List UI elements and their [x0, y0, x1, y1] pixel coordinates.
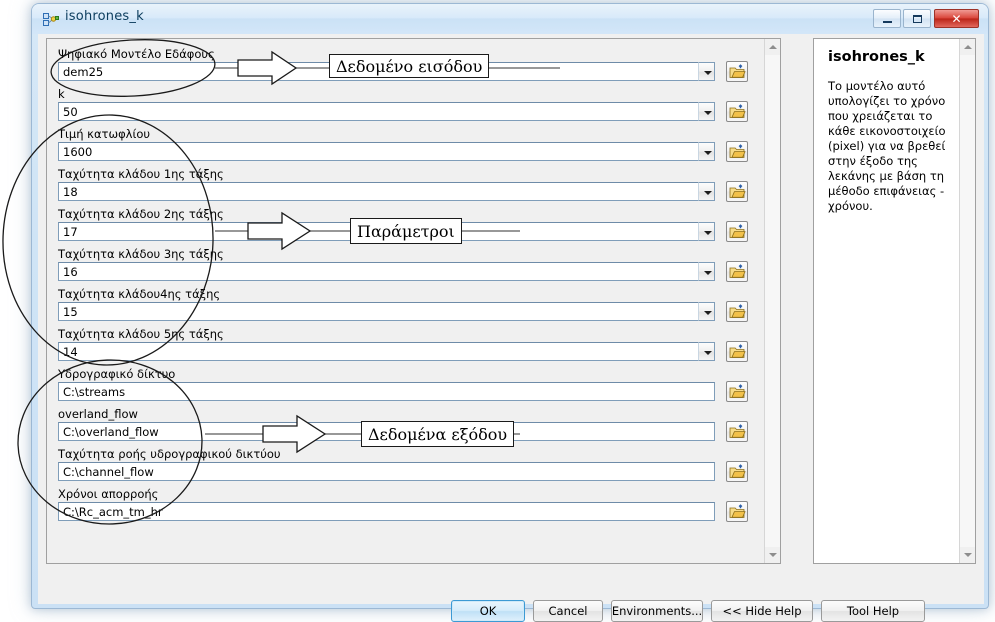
browse-button[interactable]: [726, 221, 748, 242]
chevron-down-icon[interactable]: [698, 262, 715, 281]
parameter-label: Χρόνοι απορροής: [58, 487, 159, 501]
folder-icon: [729, 64, 746, 78]
parameter-label: k: [58, 87, 65, 101]
folder-icon: [729, 384, 746, 398]
parameters-panel: Ψηφιακό Μοντέλο Εδάφους dem25 k 50 Τιμή κατω…: [46, 38, 781, 564]
annotation-label-output: Δεδομένα εξόδου: [361, 421, 515, 447]
folder-icon: [729, 224, 746, 238]
annotation-label-input: Δεδομένο εισόδου: [329, 54, 490, 78]
browse-button[interactable]: [726, 461, 748, 482]
browse-button[interactable]: [726, 141, 748, 162]
dialog-client-area: Ψηφιακό Μοντέλο Εδάφους dem25 k 50 Τιμή κατω…: [38, 34, 984, 622]
parameter-label: Ταχύτητα ροής υδρογραφικού δικτύου: [58, 447, 281, 461]
parameter-input[interactable]: 15: [58, 302, 698, 321]
tool-help-button[interactable]: Tool Help: [821, 600, 925, 622]
browse-button[interactable]: [726, 181, 748, 202]
window-title: isohrones_k: [65, 9, 144, 24]
parameter-label: Ταχύτητα κλάδου 1ης τάξης: [58, 167, 224, 181]
parameters-scroll-track[interactable]: [765, 55, 780, 547]
help-description: Το μοντέλο αυτό υπολογίζει το χρόνο που …: [828, 79, 946, 213]
scroll-down-icon[interactable]: [960, 547, 975, 563]
parameter-input[interactable]: 16: [58, 262, 698, 281]
maximize-button[interactable]: [903, 9, 931, 28]
chevron-down-icon[interactable]: [698, 102, 715, 121]
folder-icon: [729, 144, 746, 158]
parameter-input[interactable]: C:\Rc_acm_tm_hr: [58, 502, 715, 521]
parameter-label: Ταχύτητα κλάδου4ης τάξης: [58, 287, 221, 301]
title-bar[interactable]: isohrones_k ✕: [32, 4, 988, 34]
tool-dialog-window: isohrones_k ✕ Ψηφιακό Μοντέλο Εδάφους dem…: [31, 3, 989, 622]
chevron-down-icon[interactable]: [698, 222, 715, 241]
parameter-input[interactable]: 18: [58, 182, 698, 201]
maximize-icon: [904, 10, 930, 27]
browse-button[interactable]: [726, 341, 748, 362]
parameters-scrollbar[interactable]: [764, 39, 780, 563]
minimize-button[interactable]: [873, 9, 901, 28]
parameter-input[interactable]: 1600: [58, 142, 698, 161]
browse-button[interactable]: [726, 421, 748, 442]
parameter-input[interactable]: C:\streams: [58, 382, 715, 401]
ok-button[interactable]: OK: [451, 600, 525, 622]
help-panel: isohrones_k Το μοντέλο αυτό υπολογίζει τ…: [813, 38, 976, 564]
folder-icon: [729, 264, 746, 278]
folder-icon: [729, 184, 746, 198]
folder-icon: [729, 464, 746, 478]
scroll-down-icon[interactable]: [765, 547, 780, 563]
parameter-rows: Ψηφιακό Μοντέλο Εδάφους dem25 k 50 Τιμή κατω…: [47, 39, 765, 563]
parameter-input[interactable]: 50: [58, 102, 698, 121]
close-button[interactable]: ✕: [934, 9, 979, 28]
chevron-down-icon[interactable]: [698, 142, 715, 161]
parameter-label: Τιμή κατωφλίου: [58, 127, 151, 141]
close-icon: ✕: [951, 11, 962, 26]
parameter-input[interactable]: 14: [58, 342, 698, 361]
browse-button[interactable]: [726, 381, 748, 402]
folder-icon: [729, 104, 746, 118]
minimize-icon: [874, 10, 900, 27]
annotation-label-params: Παράμετροι: [350, 218, 462, 244]
scroll-up-icon[interactable]: [765, 39, 780, 55]
chevron-down-icon[interactable]: [698, 182, 715, 201]
help-scroll-track[interactable]: [960, 55, 975, 547]
chevron-down-icon[interactable]: [698, 62, 715, 81]
parameter-label: Ταχύτητα κλάδου 5ης τάξης: [58, 327, 224, 341]
browse-button[interactable]: [726, 301, 748, 322]
browse-button[interactable]: [726, 501, 748, 522]
parameter-label: Ταχύτητα κλάδου 3ης τάξης: [58, 247, 224, 261]
model-tool-icon: [43, 13, 59, 26]
parameter-label: Ταχύτητα κλάδου 2ης τάξης: [58, 207, 224, 221]
browse-button[interactable]: [726, 61, 748, 82]
parameter-label: overland_flow: [58, 407, 138, 421]
cancel-button[interactable]: Cancel: [533, 600, 603, 622]
folder-icon: [729, 504, 746, 518]
help-scrollbar[interactable]: [959, 39, 975, 563]
dialog-button-bar: OK Cancel Environments... << Hide Help T…: [38, 570, 984, 622]
hide-help-button[interactable]: << Hide Help: [711, 600, 813, 622]
folder-icon: [729, 344, 746, 358]
chevron-down-icon[interactable]: [698, 342, 715, 361]
parameter-input[interactable]: C:\channel_flow: [58, 462, 715, 481]
browse-button[interactable]: [726, 261, 748, 282]
environments-button[interactable]: Environments...: [611, 600, 703, 622]
chevron-down-icon[interactable]: [698, 302, 715, 321]
help-title: isohrones_k: [828, 49, 925, 65]
scroll-up-icon[interactable]: [960, 39, 975, 55]
folder-icon: [729, 424, 746, 438]
parameter-label: Υδρογραφικό δίκτυο: [58, 367, 176, 381]
browse-button[interactable]: [726, 101, 748, 122]
parameter-label: Ψηφιακό Μοντέλο Εδάφους: [58, 47, 215, 61]
folder-icon: [729, 304, 746, 318]
